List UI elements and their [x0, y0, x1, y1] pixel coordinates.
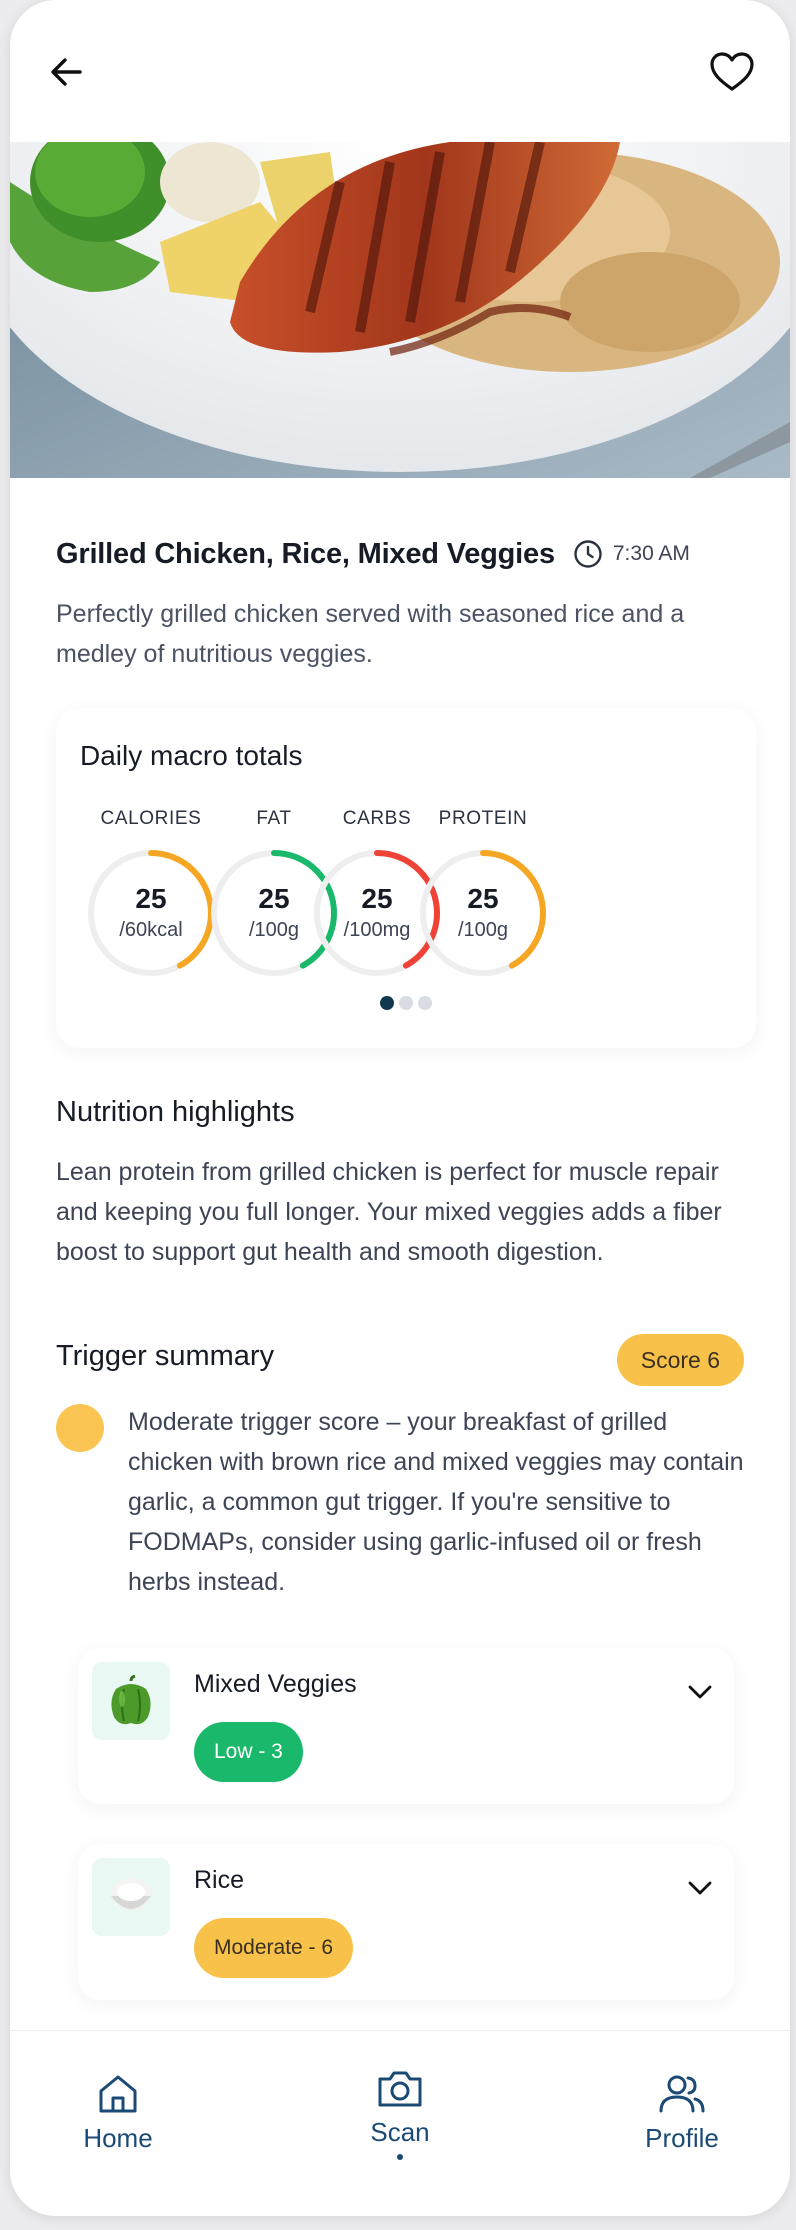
- macro-card[interactable]: Daily macro totals CALORIES 25/60kcal FAT 2…: [56, 708, 756, 1048]
- meal-description: Perfectly grilled chicken served with se…: [56, 600, 685, 668]
- top-bar: [10, 0, 790, 142]
- heart-icon: [710, 52, 754, 91]
- trigger-level-badge: Moderate - 6: [194, 1918, 354, 1978]
- ingredient-card-mixed-veggies[interactable]: Mixed Veggies Low - 3: [78, 1648, 734, 1804]
- carousel-dot[interactable]: [399, 996, 413, 1010]
- arrow-left-icon: [51, 58, 82, 86]
- chevron-down-icon[interactable]: [684, 1676, 716, 1708]
- ingredient-card-rice[interactable]: Rice Moderate - 6: [78, 1844, 734, 2000]
- users-icon: [659, 2075, 705, 2113]
- macro-value: 25: [467, 883, 499, 914]
- macro-protein: PROTEIN 25/100g: [408, 808, 558, 980]
- macro-label: PROTEIN: [438, 808, 528, 829]
- macro-unit: /100g: [248, 919, 300, 941]
- active-indicator: [397, 2154, 403, 2160]
- score-badge: Score 6: [616, 1334, 744, 1386]
- macro-value: 25: [135, 883, 167, 914]
- highlights-text: Lean protein from grilled chicken is per…: [56, 1158, 722, 1266]
- meal-photo: [10, 142, 790, 478]
- ingredient-name: Mixed Veggies: [194, 1670, 357, 1698]
- chevron-down-icon[interactable]: [684, 1872, 716, 1904]
- trigger-title: Trigger summary: [56, 1340, 275, 1372]
- ingredient-name: Rice: [194, 1866, 245, 1894]
- meal-time: 7:30 AM: [573, 539, 690, 569]
- rice-bowl-icon: [111, 1878, 151, 1910]
- green-pepper-icon: [111, 1675, 151, 1725]
- macro-value: 25: [258, 883, 290, 914]
- meal-title: Grilled Chicken, Rice, Mixed Veggies: [56, 537, 555, 570]
- macro-unit: /100g: [457, 919, 509, 941]
- macro-value: 25: [361, 883, 393, 914]
- meal-time-text: 7:30 AM: [612, 542, 690, 565]
- nav-profile-label: Profile: [645, 2123, 719, 2153]
- bottom-navigation: Home Scan Profile: [10, 2030, 790, 2216]
- trigger-level-badge: Low - 3: [194, 1722, 303, 1782]
- ingredient-thumbnail: [92, 1662, 170, 1740]
- nav-home[interactable]: Home: [38, 2071, 198, 2211]
- carousel-dots[interactable]: [56, 996, 756, 1010]
- nav-scan[interactable]: Scan: [320, 2067, 480, 2207]
- macro-unit: /60kcal: [119, 919, 183, 941]
- carousel-dot[interactable]: [418, 996, 432, 1010]
- trigger-text: Moderate trigger score – your breakfast …: [128, 1408, 744, 1596]
- highlights-title: Nutrition highlights: [56, 1096, 295, 1128]
- nav-scan-label: Scan: [370, 2117, 430, 2147]
- favorite-button[interactable]: [700, 40, 764, 104]
- title-row: Grilled Chicken, Rice, Mixed Veggies 7:3…: [56, 534, 756, 574]
- back-button[interactable]: [34, 40, 98, 104]
- home-icon: [99, 2075, 137, 2113]
- macro-ring: 25/100g: [416, 846, 550, 980]
- ingredient-thumbnail: [92, 1858, 170, 1936]
- macro-unit: /100mg: [343, 919, 411, 941]
- clock-icon: [574, 540, 602, 568]
- trigger-indicator: [56, 1404, 104, 1452]
- macro-ring: 25/60kcal: [84, 846, 218, 980]
- macro-heading: Daily macro totals: [80, 740, 303, 771]
- carousel-dot[interactable]: [380, 996, 394, 1010]
- nav-profile[interactable]: Profile: [602, 2071, 762, 2211]
- camera-icon: [378, 2071, 422, 2107]
- phone-screen: Grilled Chicken, Rice, Mixed Veggies 7:3…: [10, 0, 790, 2216]
- nav-home-label: Home: [83, 2123, 153, 2153]
